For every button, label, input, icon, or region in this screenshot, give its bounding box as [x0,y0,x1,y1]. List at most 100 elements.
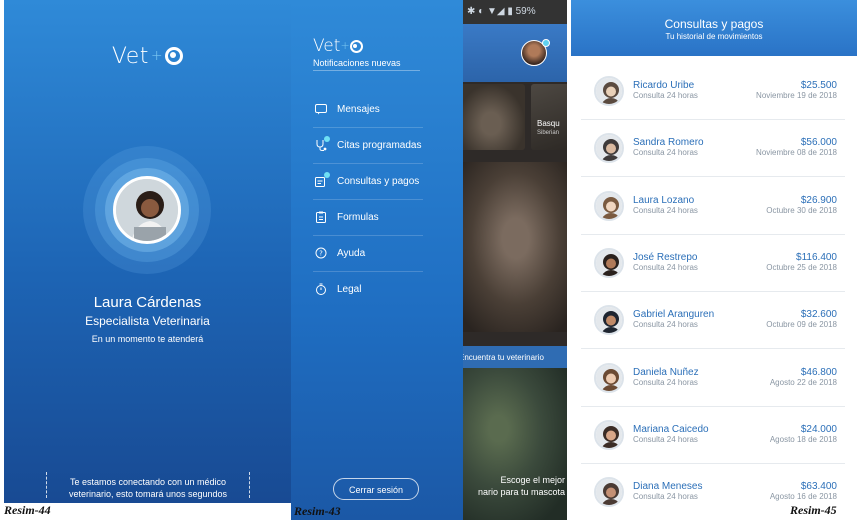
svg-text:?: ? [319,250,323,258]
table-row[interactable]: José Restrepo Consulta 24 horas $116.400 Oc… [581,235,845,292]
menu-item-ayuda[interactable]: ? Ayuda [313,236,423,272]
avatar [594,133,624,164]
plus-icon: + [340,39,350,52]
amount: $32.600 [800,309,837,321]
date: Octubre 09 de 2018 [766,320,837,330]
chat-icon [315,104,327,115]
client-name: Mariana Caicedo [633,423,709,435]
table-row[interactable]: Sandra Romero Consulta 24 horas $56.000 Nov… [581,120,845,178]
app-logo: Vet+ [313,36,363,56]
avatar [594,76,624,106]
doctor-name: Laura Cárdenas [93,294,202,311]
amount: $26.900 [800,194,837,206]
battery-level: 59% [515,6,536,17]
date: Agosto 22 de 2018 [769,377,837,387]
client-name: Sandra Romero [633,137,704,149]
caption-43: Resim-43 [294,504,341,518]
status-bar: ✱ ◐ ▼◢ ▮ 59% [453,0,567,24]
menu-item-consultas[interactable]: Consultas y pagos [313,164,423,200]
client-name: José Restrepo [633,251,698,263]
help-icon: ? [315,247,327,259]
date: Agosto 18 de 2018 [769,434,837,444]
globe-icon [165,47,184,65]
client-name: Diana Meneses [633,481,703,493]
badge-dot [324,136,330,142]
doctor-specialty: Especialista Veterinaria [85,314,210,328]
pet-card-subtitle: Siberian [537,130,560,136]
menu-label: Citas programadas [337,140,422,151]
client-name: Laura Lozano [633,194,695,206]
plus-icon: + [150,48,164,64]
table-row[interactable]: Daniela Nuñez Consulta 24 horas $46.800 Ago… [581,350,845,407]
notification-dot [542,39,550,47]
page-title: Consultas y pagos [664,17,764,31]
menu-label: Consultas y pagos [337,176,420,187]
menu-item-formulas[interactable]: Formulas [313,200,423,236]
logout-button[interactable]: Cerrar sesión [333,478,419,500]
amount: $25.500 [800,80,837,91]
client-name: Daniela Nuñez [633,366,699,378]
table-row[interactable]: Gabriel Aranguren Consulta 24 horas $32.60… [581,292,845,350]
date: Noviembre 08 de 2018 [756,148,837,158]
menu-label: Legal [337,284,362,295]
payments-header: Consultas y pagos Tu historial de movimi… [571,0,857,56]
stopwatch-icon [316,283,326,295]
date: Agosto 16 de 2018 [769,492,837,502]
navigation-drawer: Vet+ Notificaciones nuevas Mensajes Cita… [291,0,463,520]
banner-line: Escoge el mejor [500,475,565,485]
connecting-screen: Vet + Laura Cárdenas Especialista Veterin… [4,0,291,503]
client-name: Gabriel Aranguren [633,309,715,321]
clipboard-icon [316,211,326,223]
table-row[interactable]: Mariana Caicedo Consulta 24 horas $24.000 A… [581,407,845,464]
notifications-label[interactable]: Notificaciones nuevas [313,58,401,68]
client-name: Ricardo Uribe [633,80,695,91]
logo-text: Vet [313,36,341,56]
logo-text: Vet [111,44,149,69]
badge-dot [324,172,330,178]
amount: $24.000 [800,423,837,435]
menu-item-citas[interactable]: Citas programadas [313,128,423,164]
avatar [594,477,624,508]
consult-type: Consulta 24 horas [633,148,698,158]
amount: $56.000 [800,137,837,149]
avatar [594,190,624,221]
pet-card-title: Basqu [537,119,560,128]
amount: $116.400 [796,251,837,263]
avatar [594,419,624,450]
amount: $63.400 [800,481,837,493]
table-row[interactable]: Laura Lozano Consulta 24 horas $26.900 Octu… [581,178,845,235]
divider [313,70,420,71]
banner-text: Escoge el mejor nario para tu mascota [453,474,565,498]
pet-card[interactable] [531,84,567,150]
date: Octubre 30 de 2018 [766,205,837,215]
consult-type: Consulta 24 horas [633,492,698,502]
consult-type: Consulta 24 horas [633,434,698,444]
date: Octubre 25 de 2018 [766,262,837,272]
pet-card[interactable] [457,84,525,150]
avatar [594,247,624,278]
connecting-message: Te estamos conectando con un médico vete… [68,477,228,499]
menu-label: Ayuda [337,248,366,259]
caption-45: Resim-45 [790,503,837,517]
table-row[interactable]: Ricardo Uribe Consulta 24 horas $25.500 Nov… [581,63,845,120]
consult-type: Consulta 24 horas [633,91,698,100]
wait-message: En un momento te atenderá [91,334,204,344]
consult-type: Consulta 24 horas [633,262,698,272]
globe-icon [349,40,363,53]
menu-item-legal[interactable]: Legal [313,272,423,308]
page-subtitle: Tu historial de movimientos [665,32,763,41]
menu-label: Formulas [337,212,379,223]
doctor-avatar [113,176,181,244]
avatar [594,362,624,393]
caption-44: Resim-44 [4,503,51,517]
find-vet-band[interactable]: Encuentra tu veterinario [453,346,567,368]
consult-type: Consulta 24 horas [633,205,698,215]
menu-item-mensajes[interactable]: Mensajes [313,92,423,128]
menu-label: Mensajes [337,104,380,115]
date: Noviembre 19 de 2018 [756,91,837,100]
payments-screen: Consultas y pagos Tu historial de movimi… [571,0,857,520]
app-logo: Vet+ [4,44,291,69]
avatar [594,305,624,336]
divider [249,472,250,498]
background-topbar [453,24,567,82]
